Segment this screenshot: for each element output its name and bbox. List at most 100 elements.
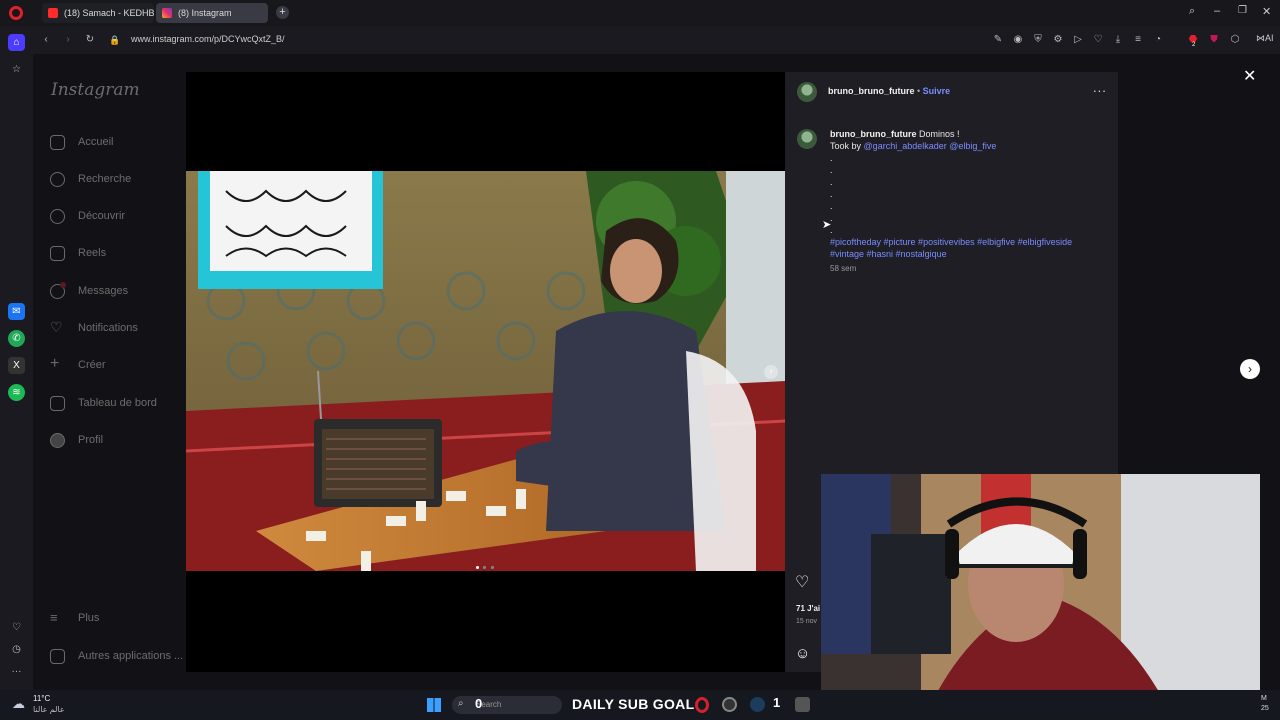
heart-outline-icon[interactable]: ♡ (1091, 33, 1105, 47)
star-icon[interactable]: ☆ (8, 61, 25, 78)
caption-avatar[interactable] (797, 129, 817, 149)
messenger-icon[interactable]: ✉ (8, 303, 25, 320)
taskbar-search[interactable]: ⌕ Search (452, 696, 562, 714)
maximize-button[interactable]: ❐ (1238, 5, 1247, 16)
more-options-icon[interactable]: ... (1093, 80, 1107, 95)
mention-link[interactable]: @garchi_abdelkader (864, 141, 947, 151)
nav-item-messages[interactable]: Messages (50, 280, 128, 302)
nav-label: Tableau de bord (78, 397, 157, 409)
nav-item-reels[interactable]: Reels (50, 242, 106, 264)
opera-logo-icon[interactable] (9, 6, 23, 20)
profile-icon[interactable]: ◔ (1151, 33, 1165, 47)
nav-label: Notifications (78, 322, 138, 334)
address-bar: ‹ › ↻ 🔒 www.instagram.com/p/DCYwcQxtZ_B/… (0, 26, 1280, 54)
caption-dot: . (830, 225, 833, 235)
instagram-logo[interactable]: Instagram (51, 80, 140, 100)
forward-icon[interactable]: › (61, 33, 75, 47)
nav-label: Découvrir (78, 210, 126, 222)
close-post-icon[interactable]: ✕ (1243, 66, 1256, 86)
overlay-counter-right: 1 (773, 695, 781, 710)
whatsapp-icon[interactable]: ✆ (8, 330, 25, 347)
nav-label: Recherche (78, 173, 132, 185)
tab-search-icon[interactable]: ⌕ (1189, 5, 1195, 18)
steam-icon[interactable] (750, 697, 765, 712)
hashtags-line[interactable]: #vintage #hasni #nostalgique (830, 248, 1110, 260)
author-avatar[interactable] (797, 82, 817, 102)
weather-temp: 11°C (33, 694, 51, 703)
apps-icon (50, 649, 65, 664)
menu-lines-icon[interactable]: ≡ (1131, 33, 1145, 47)
weather-icon[interactable]: ☁ (12, 696, 25, 712)
spotify-icon[interactable]: ≋ (8, 384, 25, 401)
caption: bruno_bruno_future Dominos ! Took by @ga… (830, 128, 1110, 275)
tab-youtube[interactable]: (18) Samach - KEDHBOU (42, 3, 154, 23)
windows-start-icon[interactable] (427, 698, 441, 712)
post-header: bruno_bruno_future • Suivre (828, 86, 950, 96)
next-post-icon[interactable]: › (1240, 359, 1260, 379)
tab-instagram[interactable]: (8) Instagram (156, 3, 268, 23)
follow-button[interactable]: Suivre (923, 86, 951, 96)
play-icon[interactable]: ▷ (1071, 33, 1085, 47)
post-date: 15 nov (796, 618, 818, 625)
home-icon[interactable]: ⌂ (8, 34, 25, 51)
emoji-icon[interactable]: ☺ (795, 645, 810, 662)
cube-icon[interactable]: ⬡ (1228, 33, 1242, 47)
weather-desc: عالم عالنا (33, 705, 65, 714)
carousel-dots (476, 556, 494, 571)
nav-item-creer[interactable]: + Créer (50, 354, 106, 376)
caption-username[interactable]: bruno_bruno_future (830, 129, 917, 139)
back-icon[interactable]: ‹ (39, 33, 53, 47)
nav-label: Accueil (78, 136, 114, 148)
new-tab-button[interactable]: + (276, 6, 289, 19)
download-icon[interactable]: ⤓ (1111, 33, 1125, 47)
hashtags-line[interactable]: #picoftheday #picture #positivevibes #el… (830, 236, 1110, 248)
nav-item-tableau-de-bord[interactable]: Tableau de bord (50, 392, 157, 414)
nav-item-decouvrir[interactable]: Découvrir (50, 205, 125, 227)
home-icon (50, 135, 65, 150)
caption-dot: . (830, 177, 833, 187)
camera-icon[interactable]: ◉ (1011, 33, 1025, 47)
edit-icon[interactable]: ✎ (991, 33, 1005, 47)
opera-taskbar-icon[interactable] (695, 697, 709, 713)
search-icon (50, 172, 65, 187)
like-icon[interactable]: ♡ (795, 572, 809, 592)
plus-icon: + (50, 355, 60, 372)
ai-button[interactable]: ⋈AI (1256, 33, 1274, 44)
url-field[interactable]: www.instagram.com/p/DCYwcQxtZ_B/ (131, 34, 285, 44)
post-photo-image (186, 171, 785, 571)
nav-item-profil[interactable]: Profil (50, 429, 103, 451)
vpn-icon[interactable]: ⚙ (1051, 33, 1065, 47)
extension-badge: 2 (1192, 42, 1196, 48)
app-icon[interactable] (795, 697, 810, 712)
ublock-icon[interactable]: ⛊ (1207, 33, 1221, 47)
mention-link[interactable]: @elbig_five (949, 141, 996, 151)
nav-item-plus[interactable]: ≡ Plus (50, 607, 99, 629)
post-media: › (186, 72, 785, 672)
ai-label: AI (1265, 33, 1274, 43)
caption-dot: . (830, 213, 833, 223)
nav-item-recherche[interactable]: Recherche (50, 168, 131, 190)
menu-lines-icon: ≡ (50, 610, 58, 625)
history-icon[interactable]: ◷ (8, 641, 25, 658)
obs-icon[interactable] (722, 697, 737, 712)
author-username[interactable]: bruno_bruno_future (828, 86, 915, 96)
nav-item-accueil[interactable]: Accueil (50, 131, 113, 153)
nav-label: Plus (78, 612, 100, 624)
nav-item-notifications[interactable]: ♡ Notifications (50, 317, 138, 339)
close-window-button[interactable]: ✕ (1262, 5, 1271, 18)
more-icon[interactable]: ··· (8, 663, 25, 680)
carousel-next-icon[interactable]: › (764, 365, 778, 379)
minimize-button[interactable]: – (1214, 5, 1220, 17)
tab-instagram-label: (8) Instagram (178, 8, 232, 18)
took-by-text: Took by (830, 141, 862, 151)
instagram-sidebar: Instagram Accueil Recherche Découvrir Re… (33, 54, 186, 690)
extension-icon[interactable]: ⬣ 2 (1186, 33, 1200, 48)
shield-icon[interactable]: ⛨ (1031, 33, 1045, 47)
clock-line2: 25 (1261, 705, 1269, 712)
x-icon[interactable]: X (8, 357, 25, 374)
nav-item-autres-applications[interactable]: Autres applications ... (50, 645, 183, 667)
post-photo[interactable]: › (186, 171, 785, 571)
heart-icon[interactable]: ♡ (8, 619, 25, 636)
nav-label: Reels (78, 247, 107, 259)
reload-icon[interactable]: ↻ (83, 33, 97, 47)
